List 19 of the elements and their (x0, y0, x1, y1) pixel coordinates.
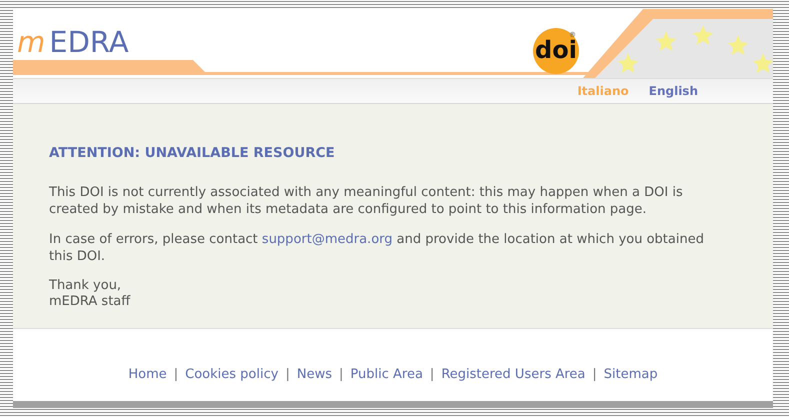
contact-paragraph: In case of errors, please contact support@medra.org and provide the location at which you obtained this DOI. (49, 231, 705, 265)
separator: | (339, 366, 344, 382)
email-link[interactable]: support@medra.org (262, 232, 393, 247)
page-heading: ATTENTION: UNAVAILABLE RESOURCE (49, 145, 336, 161)
footer-link[interactable]: News (296, 366, 332, 382)
separator: | (430, 366, 434, 382)
footer-link[interactable]: Registered Users Area (441, 366, 586, 382)
language-link[interactable]: English (648, 84, 698, 98)
footer-link[interactable]: Sitemap (604, 366, 658, 382)
separator: | (285, 366, 290, 382)
medra-logo: m EDRA (17, 25, 129, 59)
separator: | (592, 366, 597, 382)
footer-link[interactable]: Cookies policy (185, 366, 278, 382)
signature-line: mEDRA staff (49, 294, 132, 310)
footer-link[interactable]: Public Area (350, 366, 423, 382)
signature-line: Thank you, (49, 278, 122, 294)
footer-link[interactable]: Home (128, 366, 167, 382)
message-paragraph: This DOI is not currently associated with any meaningful content: this may happen when a DOI is created by mistake and when its metadata are configured to point to this information page. (49, 184, 684, 218)
separator: | (174, 366, 178, 382)
